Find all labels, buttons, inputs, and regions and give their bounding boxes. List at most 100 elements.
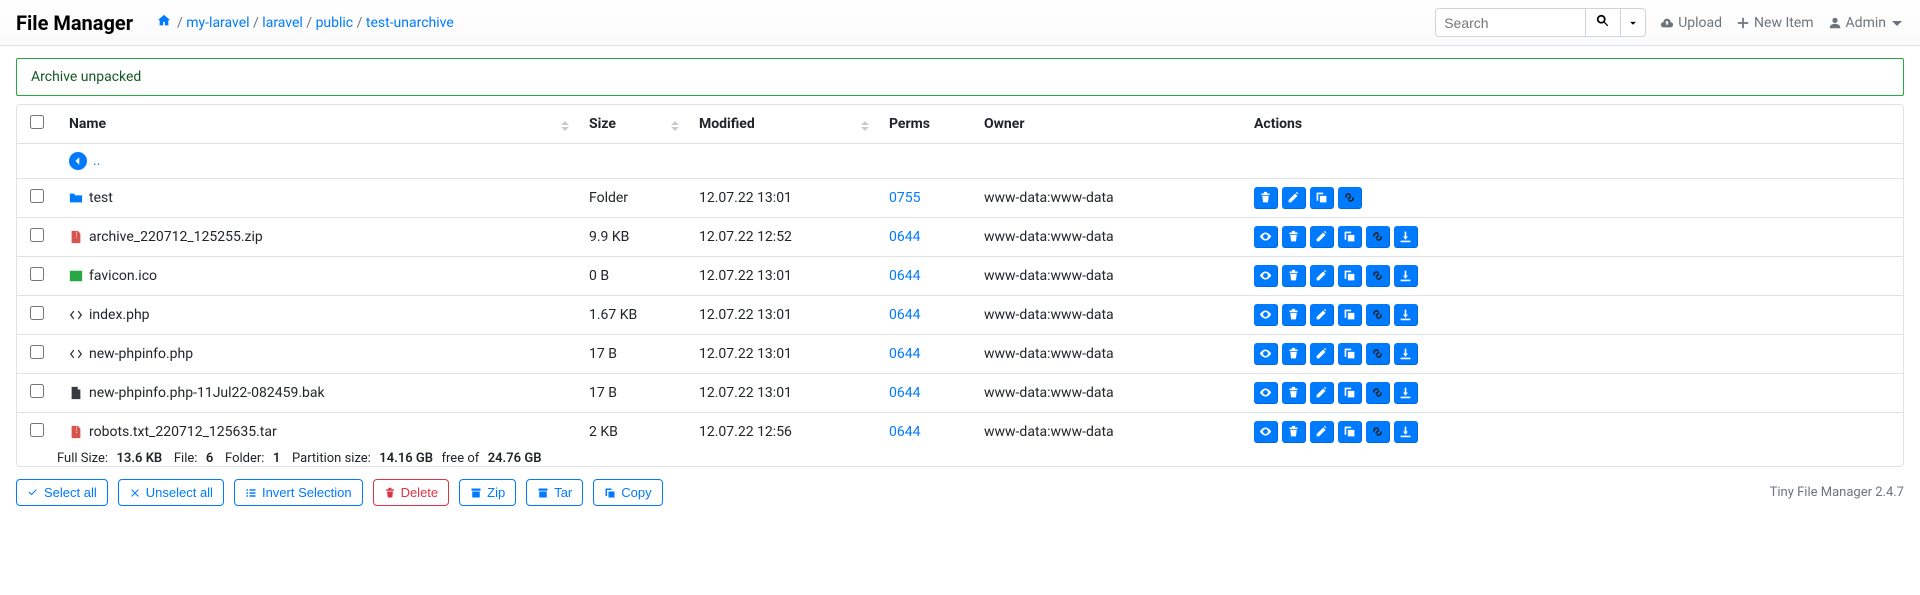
preview-button[interactable]: [1254, 421, 1278, 443]
perms-link[interactable]: 0644: [889, 424, 920, 440]
delete-button[interactable]: [1282, 343, 1306, 365]
breadcrumb-segment[interactable]: test-unarchive: [366, 15, 454, 31]
new-item-link[interactable]: New Item: [1736, 15, 1814, 31]
direct-link-button[interactable]: [1366, 343, 1390, 365]
delete-button[interactable]: [1282, 382, 1306, 404]
col-size[interactable]: Size: [577, 105, 687, 144]
preview-button[interactable]: [1254, 343, 1278, 365]
preview-button[interactable]: [1254, 382, 1278, 404]
code-icon: [69, 308, 83, 322]
brand: File Manager: [16, 11, 133, 35]
tar-button[interactable]: Tar: [526, 479, 583, 506]
file-name-link[interactable]: new-phpinfo.php: [89, 346, 193, 362]
select-all-button[interactable]: Select all: [16, 479, 108, 506]
rename-icon: [1315, 230, 1328, 243]
copy-button[interactable]: Copy: [593, 479, 662, 506]
admin-menu[interactable]: Admin: [1828, 15, 1904, 31]
breadcrumb-segment[interactable]: laravel: [262, 15, 303, 31]
rename-button[interactable]: [1310, 226, 1334, 248]
download-button[interactable]: [1394, 265, 1418, 287]
perms-link[interactable]: 0644: [889, 385, 920, 401]
row-checkbox[interactable]: [30, 306, 44, 320]
owner-cell: www-data:www-data: [972, 296, 1242, 335]
download-button[interactable]: [1394, 304, 1418, 326]
trash-icon: [384, 487, 396, 499]
delete-button[interactable]: [1282, 226, 1306, 248]
breadcrumb-segment[interactable]: public: [316, 15, 354, 31]
perms-link[interactable]: 0644: [889, 307, 920, 323]
download-button[interactable]: [1394, 382, 1418, 404]
delete-button[interactable]: [1282, 265, 1306, 287]
direct-link-button[interactable]: [1366, 265, 1390, 287]
perms-link[interactable]: 0644: [889, 268, 920, 284]
parent-link[interactable]: ..: [93, 153, 100, 169]
row-checkbox[interactable]: [30, 384, 44, 398]
download-button[interactable]: [1394, 226, 1418, 248]
file-name-link[interactable]: robots.txt_220712_125635.tar: [89, 424, 277, 440]
upload-link[interactable]: Upload: [1660, 15, 1722, 31]
rename-button[interactable]: [1310, 304, 1334, 326]
preview-button[interactable]: [1254, 265, 1278, 287]
file-name-link[interactable]: archive_220712_125255.zip: [89, 229, 263, 245]
search-button[interactable]: [1585, 8, 1620, 37]
chevron-left-icon: [73, 156, 83, 166]
rename-button[interactable]: [1282, 187, 1306, 209]
zip-icon: [69, 425, 83, 439]
parent-row[interactable]: ..: [17, 144, 1903, 179]
col-perms: Perms: [877, 105, 972, 144]
copy-to-button[interactable]: [1338, 226, 1362, 248]
owner-cell: www-data:www-data: [972, 218, 1242, 257]
row-checkbox[interactable]: [30, 423, 44, 437]
zip-button[interactable]: Zip: [459, 479, 516, 506]
col-name[interactable]: Name: [57, 105, 577, 144]
invert-selection-button[interactable]: Invert Selection: [234, 479, 363, 506]
delete-button[interactable]: Delete: [373, 479, 450, 506]
file-name-link[interactable]: new-phpinfo.php-11Jul22-082459.bak: [89, 385, 325, 401]
zip-label: Zip: [487, 485, 505, 500]
direct-link-button[interactable]: [1366, 226, 1390, 248]
search-input[interactable]: [1435, 8, 1585, 37]
file-name-link[interactable]: test: [89, 190, 113, 206]
delete-button[interactable]: [1282, 421, 1306, 443]
perms-link[interactable]: 0644: [889, 229, 920, 245]
copy-to-button[interactable]: [1338, 382, 1362, 404]
preview-button[interactable]: [1254, 304, 1278, 326]
file-count-value: 6: [204, 451, 215, 467]
download-button[interactable]: [1394, 343, 1418, 365]
row-checkbox[interactable]: [30, 228, 44, 242]
preview-button[interactable]: [1254, 226, 1278, 248]
rename-icon: [1315, 347, 1328, 360]
table-row: testFolder12.07.22 13:010755www-data:www…: [17, 179, 1903, 218]
breadcrumb-segment[interactable]: my-laravel: [186, 15, 249, 31]
direct-link-button[interactable]: [1366, 304, 1390, 326]
direct-link-button[interactable]: [1366, 421, 1390, 443]
direct-link-button[interactable]: [1366, 382, 1390, 404]
delete-button[interactable]: [1282, 304, 1306, 326]
copy-to-button[interactable]: [1310, 187, 1334, 209]
rename-button[interactable]: [1310, 343, 1334, 365]
rename-button[interactable]: [1310, 421, 1334, 443]
rename-button[interactable]: [1310, 382, 1334, 404]
copy-to-button[interactable]: [1338, 421, 1362, 443]
file-name-link[interactable]: index.php: [89, 307, 150, 323]
copy-to-button[interactable]: [1338, 265, 1362, 287]
download-button[interactable]: [1394, 421, 1418, 443]
file-name-link[interactable]: favicon.ico: [89, 268, 157, 284]
size-cell: 17 B: [577, 335, 687, 374]
copy-to-button[interactable]: [1338, 343, 1362, 365]
row-checkbox[interactable]: [30, 189, 44, 203]
row-checkbox[interactable]: [30, 345, 44, 359]
perms-link[interactable]: 0755: [889, 190, 920, 206]
delete-button[interactable]: [1254, 187, 1278, 209]
search-dropdown[interactable]: [1620, 8, 1646, 37]
perms-link[interactable]: 0644: [889, 346, 920, 362]
col-modified[interactable]: Modified: [687, 105, 877, 144]
copy-to-button[interactable]: [1338, 304, 1362, 326]
direct-link-button[interactable]: [1338, 187, 1362, 209]
rename-button[interactable]: [1310, 265, 1334, 287]
preview-icon: [1259, 230, 1272, 243]
select-all-checkbox[interactable]: [30, 115, 44, 129]
row-checkbox[interactable]: [30, 267, 44, 281]
unselect-all-button[interactable]: Unselect all: [118, 479, 224, 506]
breadcrumb-home[interactable]: [157, 14, 171, 32]
